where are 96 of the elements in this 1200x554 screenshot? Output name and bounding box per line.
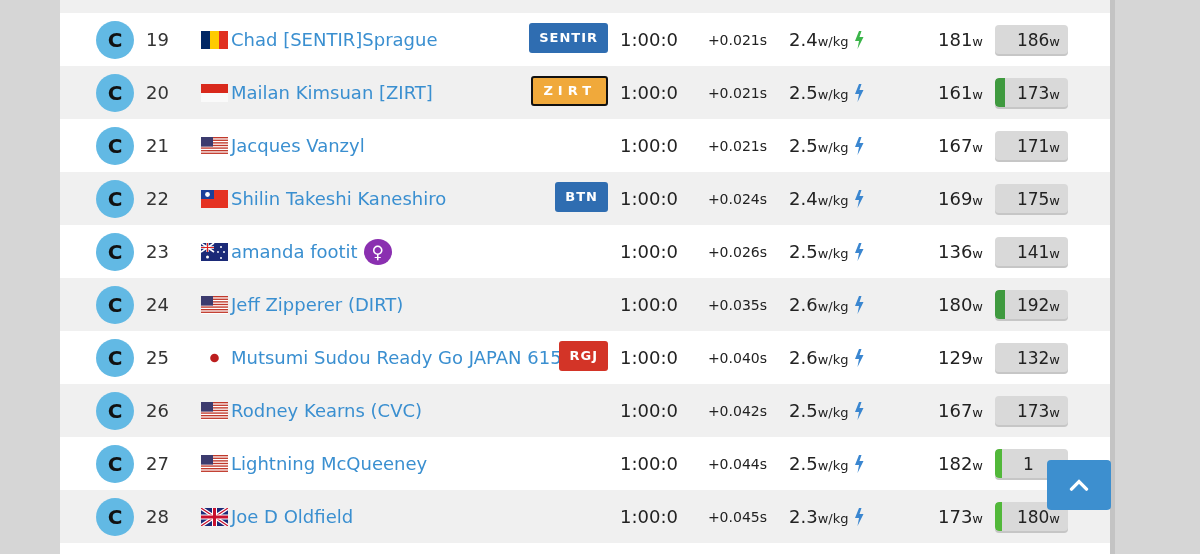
average-power: 167w — [938, 400, 983, 421]
time-gap: +0.044s — [707, 455, 767, 472]
team-tag: SENTIR — [529, 23, 608, 53]
rank: 24 — [146, 294, 169, 315]
category-badge: C — [96, 391, 134, 430]
time-gap: +0.035s — [707, 296, 767, 313]
watts-per-kg: 2.5w/kg — [789, 82, 849, 103]
flag-icon — [201, 507, 228, 526]
rider-name-link[interactable]: Chad [SENTIR]Sprague — [231, 29, 438, 50]
flag-icon — [201, 189, 228, 208]
category-badge: C — [96, 497, 134, 536]
rank: 20 — [146, 82, 169, 103]
time: 1:00:0 — [619, 135, 679, 156]
average-power: 161w — [938, 82, 983, 103]
rider-name-link[interactable]: amanda footit — [231, 241, 358, 262]
rider-name-link[interactable]: Rodney Kearns (CVC) — [231, 400, 423, 421]
category-badge: C — [96, 20, 134, 59]
rider-name-link[interactable]: Mailan Kimsuan [ZIRT] — [231, 82, 433, 103]
rider-name-link[interactable]: Lightning McQueeney — [231, 453, 428, 474]
watts-per-kg: 2.3w/kg — [789, 506, 849, 527]
category-badge: C — [96, 126, 134, 165]
rider-name-link[interactable]: Jacques Vanzyl — [231, 135, 365, 156]
team-tag: ZIRT — [531, 76, 608, 106]
category-badge: C — [96, 285, 134, 324]
flag-icon — [201, 454, 228, 473]
rider-name-link[interactable]: Shilin Takeshi Kaneshiro — [231, 188, 447, 209]
rank: 25 — [146, 347, 169, 368]
time-gap: +0.021s — [707, 137, 767, 154]
category-badge: C — [96, 444, 134, 483]
average-power: 173w — [938, 506, 983, 527]
flag-icon — [201, 136, 228, 155]
average-power: 181w — [938, 29, 983, 50]
power-value: 180w — [1016, 506, 1061, 527]
watts-per-kg: 2.5w/kg — [789, 400, 849, 421]
flag-icon — [201, 242, 228, 261]
chevron-up-icon — [1069, 479, 1089, 491]
flag-icon — [201, 83, 228, 102]
time: 1:00:0 — [619, 82, 679, 103]
rank: 27 — [146, 453, 169, 474]
rank: 23 — [146, 241, 169, 262]
average-power: 136w — [938, 241, 983, 262]
rank: 22 — [146, 188, 169, 209]
time-gap: +0.024s — [707, 190, 767, 207]
power-value: 173w — [1016, 400, 1061, 421]
rider-name-link[interactable]: Joe D Oldfield — [231, 506, 354, 527]
power-value: 175w — [1016, 188, 1061, 209]
time: 1:00:0 — [619, 294, 679, 315]
time: 1:00:0 — [619, 188, 679, 209]
team-tag: RGJ — [559, 341, 608, 371]
scroll-to-top-button[interactable] — [1047, 460, 1111, 510]
average-power: 129w — [938, 347, 983, 368]
time-gap: +0.026s — [707, 243, 767, 260]
watts-per-kg: 2.5w/kg — [789, 241, 849, 262]
team-tag: BTN — [555, 182, 608, 212]
category-badge: C — [96, 179, 134, 218]
flag-icon — [201, 30, 228, 49]
watts-per-kg: 2.5w/kg — [789, 453, 849, 474]
watts-per-kg: 2.4w/kg — [789, 29, 849, 50]
average-power: 180w — [938, 294, 983, 315]
rider-name-link[interactable]: Jeff Zipperer (DIRT) — [231, 294, 404, 315]
female-badge: ♀ — [363, 238, 392, 265]
watts-per-kg: 2.6w/kg — [789, 294, 849, 315]
category-badge: C — [96, 232, 134, 271]
average-power: 182w — [938, 453, 983, 474]
power-value: 1 — [1022, 453, 1034, 474]
power-value: 132w — [1016, 347, 1061, 368]
time-gap: +0.021s — [707, 84, 767, 101]
average-power: 167w — [938, 135, 983, 156]
power-value: 173w — [1016, 82, 1061, 103]
rank: 26 — [146, 400, 169, 421]
power-value: 141w — [1016, 241, 1061, 262]
rank: 28 — [146, 506, 169, 527]
watts-per-kg: 2.6w/kg — [789, 347, 849, 368]
average-power: 169w — [938, 188, 983, 209]
time: 1:00:0 — [619, 347, 679, 368]
watts-per-kg: 2.5w/kg — [789, 135, 849, 156]
rank: 21 — [146, 135, 169, 156]
time: 1:00:0 — [619, 506, 679, 527]
category-badge: C — [96, 73, 134, 112]
flag-icon — [201, 401, 228, 420]
time-gap: +0.021s — [707, 31, 767, 48]
rank: 19 — [146, 29, 169, 50]
power-value: 171w — [1016, 135, 1061, 156]
power-value: 186w — [1016, 29, 1061, 50]
time-gap: +0.040s — [707, 349, 767, 366]
time-gap: +0.042s — [707, 402, 767, 419]
time: 1:00:0 — [619, 241, 679, 262]
time: 1:00:0 — [619, 29, 679, 50]
time-gap: +0.045s — [707, 508, 767, 525]
rider-name-link[interactable]: Mutsumi Sudou Ready Go JAPAN 615 — [231, 347, 562, 368]
time: 1:00:0 — [619, 400, 679, 421]
watts-per-kg: 2.4w/kg — [789, 188, 849, 209]
category-badge: C — [96, 338, 134, 377]
time: 1:00:0 — [619, 453, 679, 474]
flag-icon — [201, 295, 228, 314]
power-value: 192w — [1016, 294, 1061, 315]
